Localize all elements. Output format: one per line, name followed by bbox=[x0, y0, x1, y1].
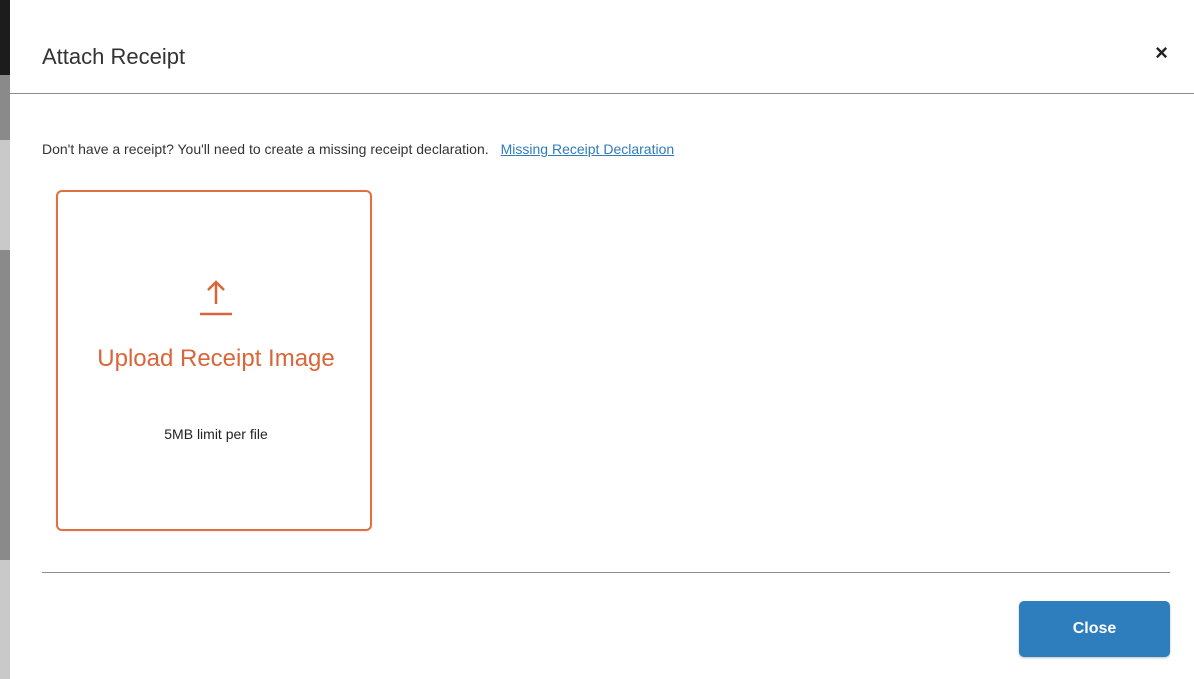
dialog-header: Attach Receipt × bbox=[10, 0, 1194, 94]
background-block bbox=[0, 140, 10, 250]
close-icon[interactable]: × bbox=[1155, 42, 1168, 64]
footer-divider bbox=[42, 572, 1170, 573]
close-button[interactable]: Close bbox=[1019, 601, 1170, 657]
missing-receipt-declaration-link[interactable]: Missing Receipt Declaration bbox=[501, 141, 675, 157]
background-block bbox=[0, 0, 10, 75]
upload-receipt-title: Upload Receipt Image bbox=[97, 345, 335, 372]
upload-arrow-icon bbox=[200, 280, 232, 316]
notice-text: Don't have a receipt? You'll need to cre… bbox=[42, 141, 489, 157]
file-size-limit: 5MB limit per file bbox=[164, 426, 268, 442]
background-block bbox=[0, 560, 10, 679]
background-page-strip bbox=[0, 0, 10, 679]
dialog-title: Attach Receipt bbox=[42, 44, 186, 69]
missing-receipt-notice: Don't have a receipt? You'll need to cre… bbox=[42, 141, 674, 157]
attach-receipt-dialog: Attach Receipt × Don't have a receipt? Y… bbox=[10, 0, 1194, 679]
upload-receipt-dropzone[interactable]: Upload Receipt Image 5MB limit per file bbox=[56, 190, 372, 531]
